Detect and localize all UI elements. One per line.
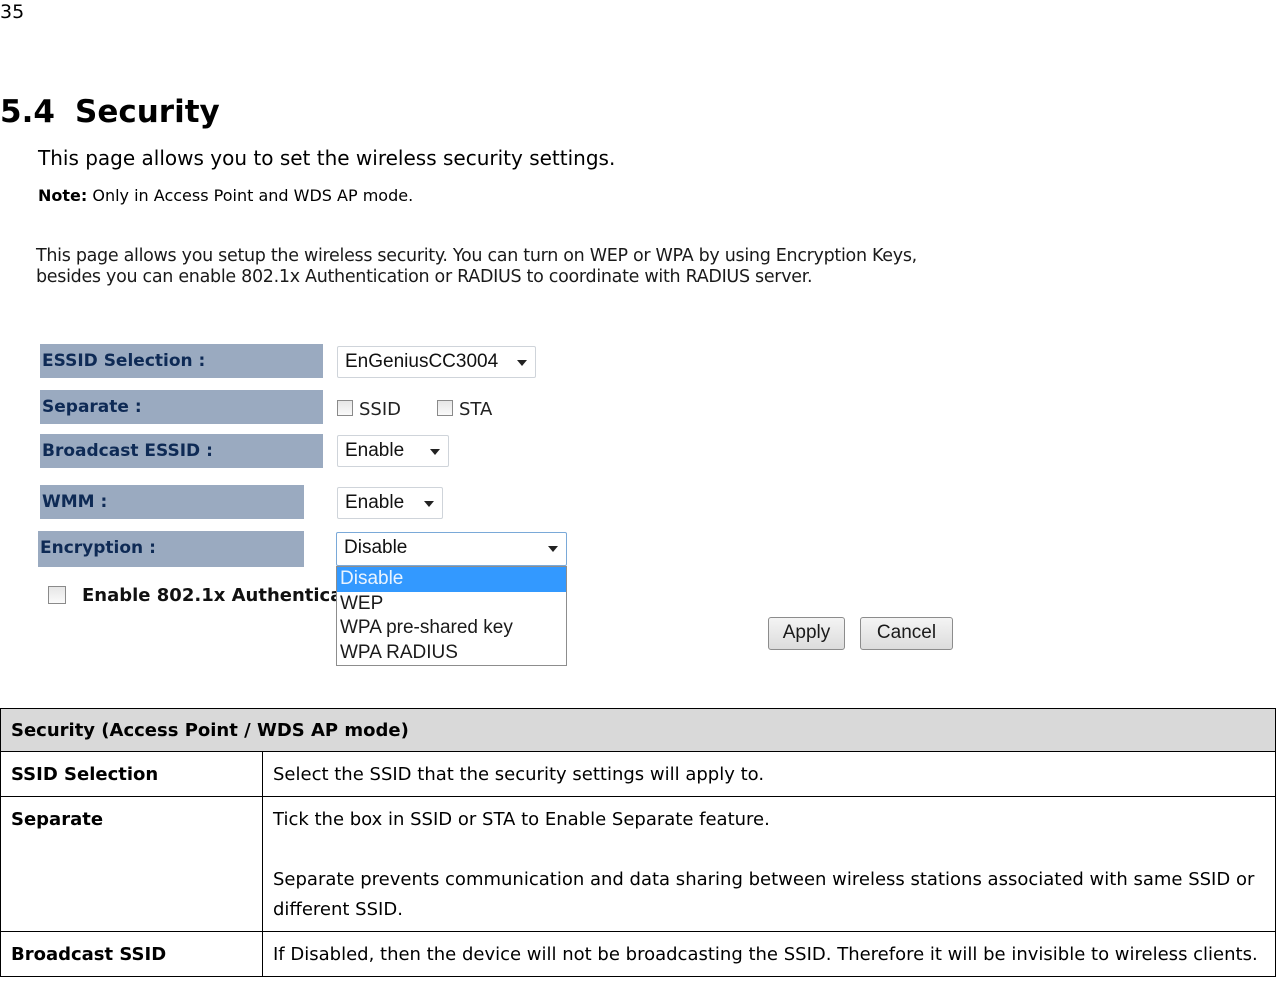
table-header: Security (Access Point / WDS AP mode) xyxy=(0,708,1276,752)
broadcast-essid-value: Enable xyxy=(345,440,405,461)
essid-selection-label: ESSID Selection : xyxy=(40,344,323,378)
essid-selection-value: EnGeniusCC3004 xyxy=(345,351,499,372)
encryption-label: Encryption : xyxy=(38,531,304,567)
table-row: Separate Tick the box in SSID or STA to … xyxy=(0,796,1276,932)
chevron-down-icon xyxy=(430,449,440,455)
chevron-down-icon xyxy=(517,360,527,366)
page-number: 35 xyxy=(0,1,25,23)
section-note: Note: Only in Access Point and WDS AP mo… xyxy=(38,184,413,208)
screenshot-description: This page allows you setup the wireless … xyxy=(36,246,917,287)
section-title: Security xyxy=(75,94,220,130)
enable-8021x-label: Enable 802.1x Authentica xyxy=(82,585,336,606)
table-row-key: Separate xyxy=(0,796,263,932)
note-label: Note: xyxy=(38,186,88,205)
note-text: Only in Access Point and WDS AP mode. xyxy=(87,186,414,205)
separate-sta-label: STA xyxy=(459,399,493,420)
separate-sta-checkbox[interactable] xyxy=(437,400,453,416)
encryption-option-wpa-radius[interactable]: WPA RADIUS xyxy=(337,641,566,666)
table-row-paragraph: Tick the box in SSID or STA to Enable Se… xyxy=(273,809,770,830)
section-intro: This page allows you to set the wireless… xyxy=(38,146,616,170)
chevron-down-icon xyxy=(424,501,434,507)
table-row-key: SSID Selection xyxy=(0,751,263,797)
broadcast-essid-select[interactable]: Enable xyxy=(337,435,449,467)
enable-8021x-checkbox[interactable] xyxy=(48,586,66,604)
table-row: SSID Selection Select the SSID that the … xyxy=(0,751,1276,797)
encryption-option-disable[interactable]: Disable xyxy=(337,567,566,592)
encryption-option-wep[interactable]: WEP xyxy=(337,592,566,617)
separate-label: Separate : xyxy=(40,390,323,424)
essid-selection-select[interactable]: EnGeniusCC3004 xyxy=(337,346,536,378)
security-settings-screenshot: This page allows you setup the wireless … xyxy=(30,240,970,680)
encryption-value: Disable xyxy=(344,537,408,558)
chevron-down-icon xyxy=(548,546,558,552)
wmm-label: WMM : xyxy=(40,485,304,519)
wmm-value: Enable xyxy=(345,492,405,513)
table-row-value: Tick the box in SSID or STA to Enable Se… xyxy=(262,796,1276,932)
table-row-value: Select the SSID that the security settin… xyxy=(262,751,1276,797)
table-row-paragraph: If Disabled, then the device will not be… xyxy=(273,944,1258,965)
table-row-value: If Disabled, then the device will not be… xyxy=(262,931,1276,977)
encryption-select[interactable]: Disable xyxy=(336,532,567,566)
wmm-select[interactable]: Enable xyxy=(337,487,443,519)
encryption-option-wpa-psk[interactable]: WPA pre-shared key xyxy=(337,616,566,641)
table-row-paragraph: Select the SSID that the security settin… xyxy=(273,764,765,785)
section-heading: 5.4 Security xyxy=(0,92,220,132)
security-settings-table: Security (Access Point / WDS AP mode) SS… xyxy=(0,708,1276,977)
table-row-paragraph: Separate prevents communication and data… xyxy=(273,869,1255,920)
table-row-key: Broadcast SSID xyxy=(0,931,263,977)
broadcast-essid-label: Broadcast ESSID : xyxy=(40,434,323,468)
cancel-button[interactable]: Cancel xyxy=(860,617,953,650)
apply-button[interactable]: Apply xyxy=(768,617,845,650)
separate-ssid-label: SSID xyxy=(359,399,402,420)
encryption-dropdown-list: Disable WEP WPA pre-shared key WPA RADIU… xyxy=(336,566,567,666)
table-header-row: Security (Access Point / WDS AP mode) xyxy=(0,708,1276,752)
separate-ssid-checkbox[interactable] xyxy=(337,400,353,416)
table-row: Broadcast SSID If Disabled, then the dev… xyxy=(0,931,1276,977)
section-number: 5.4 xyxy=(0,94,55,130)
